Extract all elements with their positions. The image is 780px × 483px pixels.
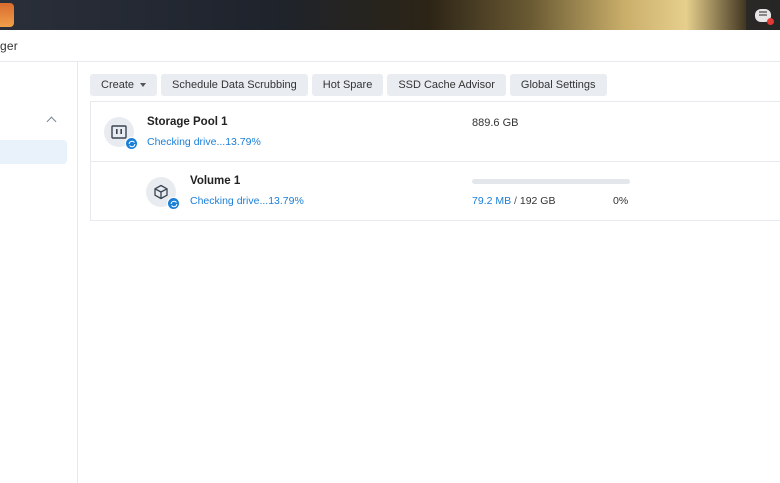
global-settings-label: Global Settings: [520, 79, 596, 91]
row-divider: [91, 161, 780, 162]
sidebar: l: [0, 62, 78, 483]
schedule-data-scrubbing-button[interactable]: Schedule Data Scrubbing: [161, 74, 308, 96]
volume-usage-separator: /: [514, 195, 517, 207]
chevron-up-icon[interactable]: [46, 116, 57, 127]
desktop-wallpaper-strip: [0, 0, 780, 30]
volume-used: 79.2 MB: [472, 195, 512, 207]
storage-pool-icon: [104, 117, 138, 150]
window-titlebar: ger: [0, 30, 780, 62]
hot-spare-button[interactable]: Hot Spare: [311, 74, 384, 96]
volume-cube-icon: [146, 177, 180, 210]
ssd-cache-advisor-button[interactable]: SSD Cache Advisor: [387, 74, 506, 96]
storage-pool-status: Checking drive...13.79%: [147, 136, 261, 148]
storage-pool-size: 889.6 GB: [472, 117, 519, 129]
global-settings-button[interactable]: Global Settings: [509, 74, 607, 96]
create-button-label: Create: [101, 79, 135, 91]
schedule-data-scrubbing-label: Schedule Data Scrubbing: [172, 79, 297, 91]
caret-down-icon: [140, 83, 147, 87]
sync-icon: [167, 197, 180, 210]
ssd-cache-advisor-label: SSD Cache Advisor: [398, 79, 495, 91]
notification-button[interactable]: [746, 0, 780, 30]
hot-spare-label: Hot Spare: [322, 79, 373, 91]
sync-icon: [125, 137, 138, 150]
volume-usage-text: 79.2 MB / 192 GB: [472, 195, 555, 207]
volume-status: Checking drive...13.79%: [190, 195, 304, 207]
volume-usage-percent: 0%: [613, 195, 629, 207]
toolbar: Create Schedule Data Scrubbing Hot Spare…: [90, 74, 607, 96]
storage-pool-name: Storage Pool 1: [147, 116, 228, 128]
sidebar-item-active[interactable]: l: [0, 140, 67, 164]
window-title: ger: [0, 39, 18, 53]
notification-icon: [755, 8, 774, 25]
app-launcher-icon[interactable]: [0, 3, 14, 27]
volume-total: 192 GB: [519, 195, 556, 207]
volume-name: Volume 1: [190, 175, 241, 187]
volume-usage-bar: [472, 179, 630, 184]
storage-panel: Storage Pool 1 Checking drive...13.79% 8…: [90, 101, 780, 221]
create-button[interactable]: Create: [90, 74, 158, 96]
